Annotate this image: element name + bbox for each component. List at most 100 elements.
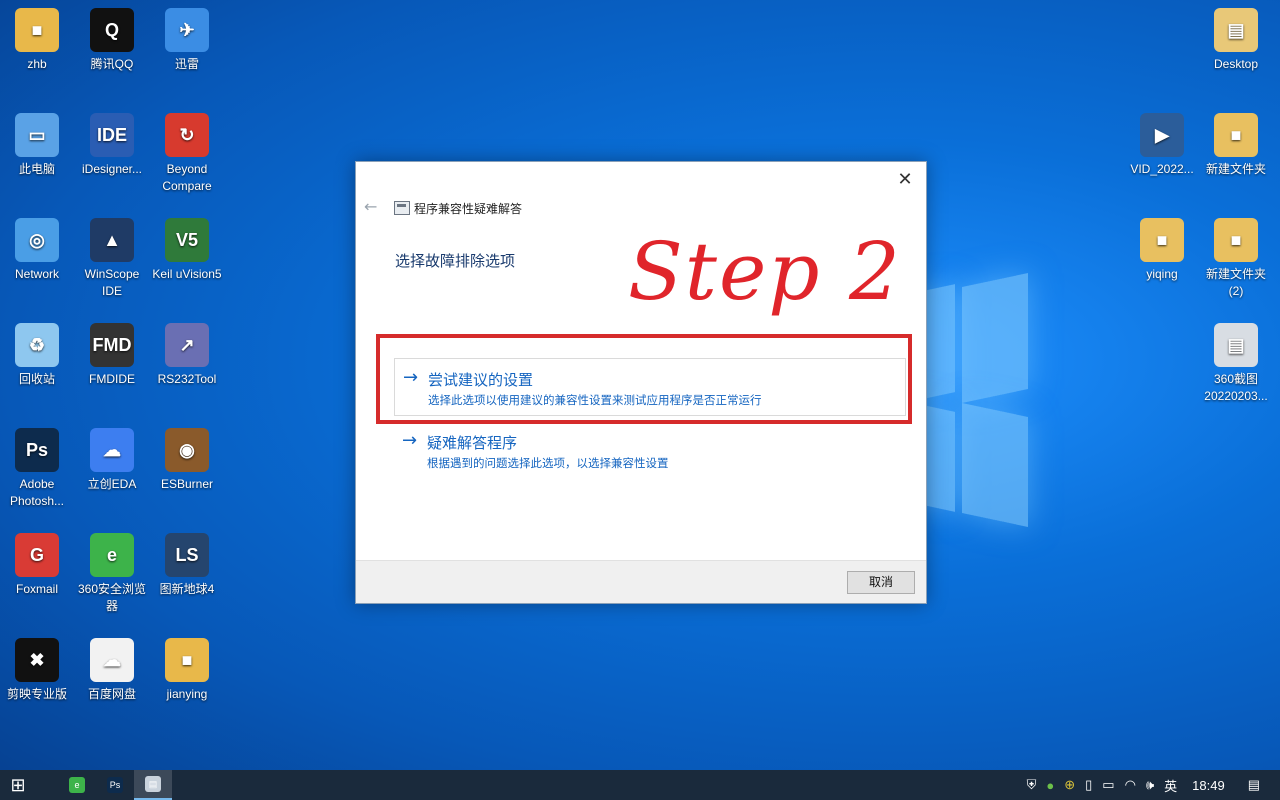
desktop-icon[interactable]: ■ yiqing [1125, 210, 1199, 283]
app-icon: FMD [90, 323, 134, 367]
cancel-button[interactable]: 取消 [847, 571, 915, 594]
desktop-icon[interactable]: ■ jianying [150, 630, 224, 703]
app-icon: ◎ [15, 218, 59, 262]
desktop-icon-label: 新建文件夹 (2) [1205, 267, 1266, 298]
desktop-icon-label: WinScope IDE [84, 267, 140, 298]
app-icon: ☁ [90, 428, 134, 472]
desktop-icon-label: 回收站 [18, 372, 55, 386]
app-icon: ■ [1214, 218, 1258, 262]
desktop-icon[interactable]: ◎ Network [0, 210, 74, 283]
desktop-icon-label: ESBurner [160, 477, 214, 491]
notification-icon[interactable]: ▤ [1248, 777, 1260, 793]
app-icon: ■ [1140, 218, 1184, 262]
app-icon: e [90, 533, 134, 577]
desktop-icon[interactable]: V5 Keil uVision5 [150, 210, 224, 283]
desktop-icon-label: 立创EDA [87, 477, 137, 491]
desktop-icon[interactable]: ↗ RS232Tool [150, 315, 224, 388]
taskbar: ⊞ e Ps ▤ ⛨ ● ⊕ ▯ ▭ ◠ 🕪 英 18:49 ▤ [0, 770, 1280, 800]
desktop-icon[interactable]: ✖ 剪映专业版 [0, 630, 74, 703]
option-title: 疑难解答程序 [427, 434, 518, 452]
desktop-icon-label: 百度网盘 [87, 687, 136, 701]
app-icon: ■ [15, 8, 59, 52]
app-icon: ■ [1214, 113, 1258, 157]
desktop-icon[interactable]: ■ 新建文件夹 (2) [1199, 210, 1273, 300]
app-icon: G [15, 533, 59, 577]
start-button[interactable]: ⊞ [0, 770, 36, 800]
app-icon: ■ [165, 638, 209, 682]
app-icon: LS [165, 533, 209, 577]
app-icon: ↻ [165, 113, 209, 157]
desktop-icon[interactable]: ☁ 立创EDA [75, 420, 149, 493]
desktop-icon-label: 360安全浏览器 [77, 582, 147, 613]
taskbar-app-360-browser[interactable]: e [58, 770, 96, 800]
desktop-icon[interactable]: IDE iDesigner... [75, 105, 149, 178]
desktop-icon[interactable]: ▭ 此电脑 [0, 105, 74, 178]
desktop-icon-label: 新建文件夹 [1205, 162, 1266, 176]
desktop-icon-label: 腾讯QQ [90, 57, 134, 71]
wifi-icon[interactable]: ◠ [1125, 777, 1136, 793]
app-icon: ▤ [1214, 323, 1258, 367]
desktop-icon-label: yiqing [1146, 267, 1178, 281]
step-annotation: Step 2 [628, 225, 902, 318]
system-tray: ⛨ ● ⊕ ▯ ▭ ◠ 🕪 英 18:49 ▤ [1022, 770, 1280, 800]
plus-icon[interactable]: ⊕ [1064, 777, 1075, 793]
desktop-icon[interactable]: ▶ VID_2022... [1125, 105, 1199, 178]
desktop-icon[interactable]: ☁ 百度网盘 [75, 630, 149, 703]
clock[interactable]: 18:49 [1192, 778, 1225, 793]
desktop-icon-label: VID_2022... [1130, 162, 1194, 176]
app-icon: ☁ [90, 638, 134, 682]
compat-troubleshooter-icon: ▤ [145, 776, 161, 792]
desktop-icon[interactable]: ▤ Desktop [1199, 0, 1273, 73]
ime-indicator[interactable]: 英 [1164, 776, 1177, 795]
close-button[interactable]: ✕ [892, 168, 918, 192]
volume-icon[interactable]: 🕪 [1146, 777, 1154, 793]
desktop-icon[interactable]: ▤ 360截图 20220203... [1199, 315, 1273, 405]
arrow-right-icon: → [402, 430, 418, 451]
app-icon: ♻ [15, 323, 59, 367]
desktop-icon[interactable]: Q 腾讯QQ [75, 0, 149, 73]
desktop-icon-label: 剪映专业版 [6, 687, 67, 701]
desktop-icon-label: zhb [27, 57, 47, 71]
desktop-icon[interactable]: ♻ 回收站 [0, 315, 74, 388]
app-icon: Q [90, 8, 134, 52]
desktop-icon[interactable]: ↻ Beyond Compare [150, 105, 224, 195]
desktop-icon[interactable]: ▲ WinScope IDE [75, 210, 149, 300]
app-icon: ▲ [90, 218, 134, 262]
desktop-icon[interactable]: ■ zhb [0, 0, 74, 73]
360-icon[interactable]: ● [1046, 778, 1054, 793]
desktop-icon-label: jianying [166, 687, 208, 701]
app-icon: V5 [165, 218, 209, 262]
battery-icon[interactable]: ▭ [1102, 777, 1114, 793]
taskbar-app-compat-troubleshooter[interactable]: ▤ [134, 770, 172, 800]
desktop-icon[interactable]: LS 图新地球4 [150, 525, 224, 598]
desktop-icon[interactable]: FMD FMDIDE [75, 315, 149, 388]
usb-icon[interactable]: ▯ [1085, 777, 1092, 793]
back-arrow-icon[interactable]: ← [364, 198, 382, 216]
app-icon: ▭ [15, 113, 59, 157]
desktop-icon[interactable]: ◉ ESBurner [150, 420, 224, 493]
app-icon: ↗ [165, 323, 209, 367]
desktop-icon-label: Beyond Compare [162, 162, 212, 193]
dialog-title: 程序兼容性疑难解答 [414, 202, 523, 216]
desktop-icon-label: Keil uVision5 [152, 267, 222, 281]
app-icon: ▶ [1140, 113, 1184, 157]
option-troubleshoot-program[interactable]: → 疑难解答程序 根据遇到的问题选择此选项，以选择兼容性设置 [394, 422, 906, 480]
desktop-icon[interactable]: Ps Adobe Photosh... [0, 420, 74, 510]
desktop-icon-label: Adobe Photosh... [9, 477, 65, 508]
desktop-icon-label: 此电脑 [18, 162, 55, 176]
taskbar-app-photoshop[interactable]: Ps [96, 770, 134, 800]
photoshop-icon: Ps [107, 777, 123, 793]
dialog-footer: 取消 [356, 560, 926, 603]
desktop-icon-label: RS232Tool [157, 372, 217, 386]
shield-icon[interactable]: ⛨ [1027, 777, 1037, 793]
desktop-icon[interactable]: ✈ 迅雷 [150, 0, 224, 73]
page-heading: 选择故障排除选项 [395, 252, 516, 270]
360-browser-icon: e [69, 777, 85, 793]
desktop-icon-label: Foxmail [15, 582, 58, 596]
desktop-icon[interactable]: e 360安全浏览器 [75, 525, 149, 615]
desktop-icon[interactable]: G Foxmail [0, 525, 74, 598]
desktop-icon-label: 图新地球4 [159, 582, 215, 596]
app-icon: ▤ [1214, 8, 1258, 52]
desktop-icon-label: iDesigner... [81, 162, 143, 176]
desktop-icon[interactable]: ■ 新建文件夹 [1199, 105, 1273, 178]
